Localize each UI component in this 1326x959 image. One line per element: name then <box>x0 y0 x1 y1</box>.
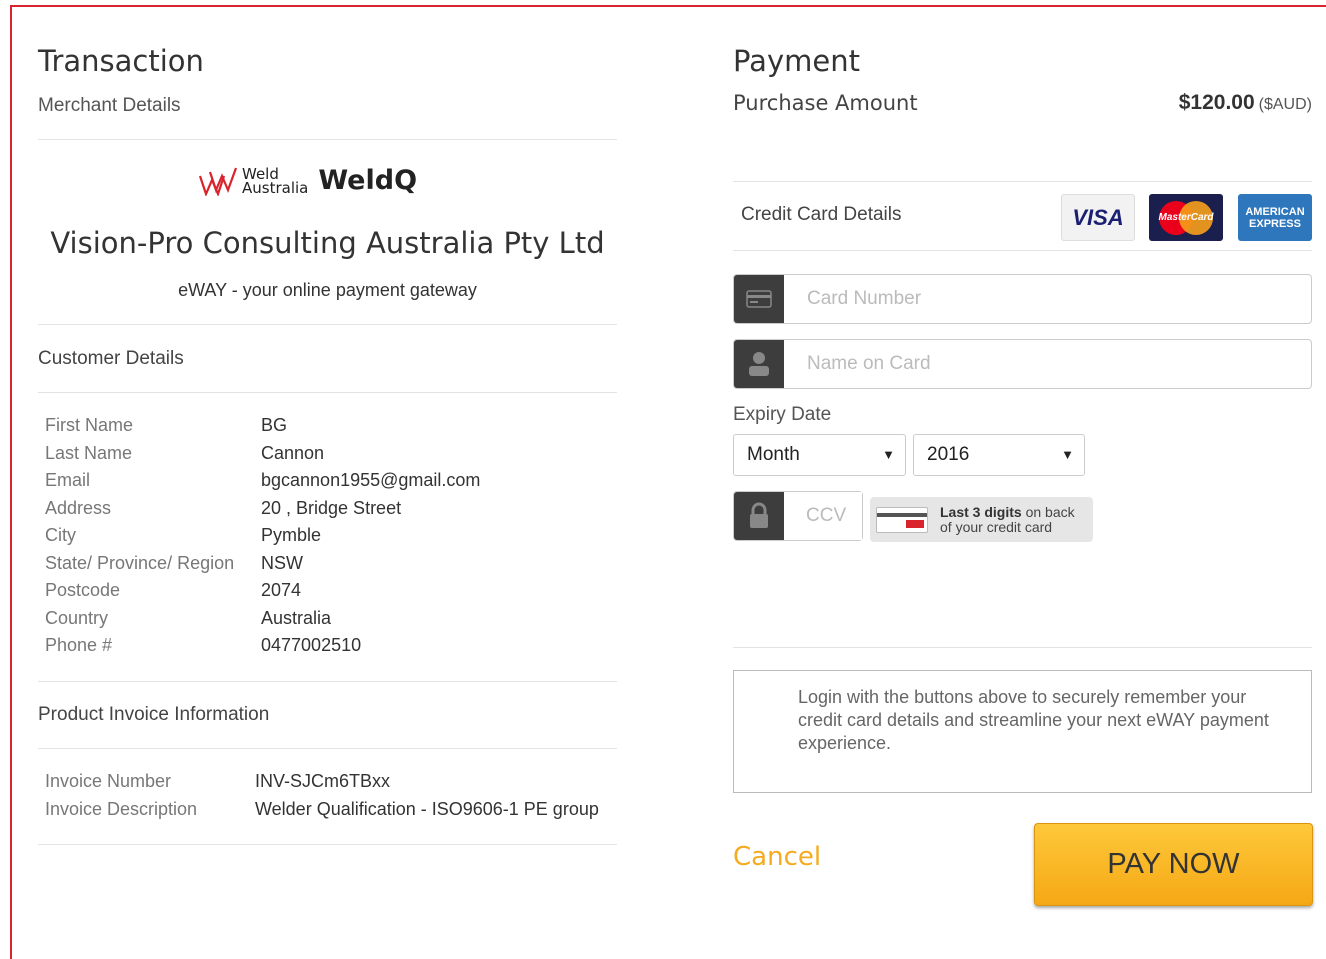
card-back-icon <box>876 506 928 533</box>
visa-logo: VISA <box>1061 194 1135 241</box>
ccv-input[interactable] <box>784 492 862 540</box>
customer-label: Postcode <box>45 580 121 600</box>
customer-label: Country <box>45 608 109 628</box>
weldq-logo: Weld Australia WeldQ <box>198 165 417 196</box>
customer-label: Address <box>45 498 112 518</box>
expiry-year-value: 2016 <box>927 444 970 465</box>
mastercard-text: MasterCard <box>1158 212 1214 223</box>
amex-logo: AMERICAN EXPRESS <box>1238 194 1312 241</box>
expiry-year-select[interactable]: 2016 ▼ <box>913 434 1085 476</box>
ccv-hint: Last 3 digits on back of your credit car… <box>870 497 1093 542</box>
invoice-label: Invoice Description <box>45 799 198 819</box>
login-note-text: Login with the buttons above to securely… <box>798 687 1269 753</box>
customer-value: 2074 <box>261 580 302 600</box>
customer-label: First Name <box>45 415 134 435</box>
customer-value: Australia <box>261 608 332 628</box>
amex-line2: EXPRESS <box>1249 217 1301 230</box>
name-on-card-input[interactable] <box>784 340 1311 388</box>
divider <box>733 647 1312 648</box>
ccv-hint-text: Last 3 digits on back of your credit car… <box>940 503 1075 535</box>
customer-label: Phone # <box>45 635 113 655</box>
divider <box>38 844 617 845</box>
invoice-value: INV-SJCm6TBxx <box>255 771 391 791</box>
expiry-month-select[interactable]: Month ▼ <box>733 434 906 476</box>
customer-value: BG <box>261 415 288 435</box>
ccv-hint-rest: on back <box>1021 503 1075 520</box>
invoice-label: Invoice Number <box>45 771 172 791</box>
customer-label: Last Name <box>45 443 133 463</box>
dropdown-arrow-icon: ▼ <box>1061 447 1074 462</box>
merchant-details-label: Merchant Details <box>38 95 181 116</box>
credit-card-details-label: Credit Card Details <box>741 204 902 225</box>
card-number-field[interactable] <box>733 274 1312 324</box>
customer-value: Cannon <box>261 443 325 463</box>
card-number-input[interactable] <box>784 275 1311 323</box>
gateway-text: eWAY - your online payment gateway <box>178 280 477 300</box>
brand-weldq: WeldQ <box>318 165 418 196</box>
cancel-link[interactable]: Cancel <box>733 842 821 872</box>
customer-value: NSW <box>261 553 303 573</box>
customer-value: 0477002510 <box>261 635 362 655</box>
customer-label: City <box>45 525 76 545</box>
amex-line1: AMERICAN <box>1245 205 1305 218</box>
divider <box>733 181 1312 182</box>
weld-australia-logo-icon <box>198 167 238 196</box>
invoice-value: Welder Qualification - ISO9606-1 PE grou… <box>255 799 599 819</box>
merchant-name: Vision-Pro Consulting Australia Pty Ltd <box>50 226 605 260</box>
ccv-hint-rest2: of your credit card <box>940 518 1053 535</box>
amount-value: $120.00 <box>1178 91 1255 114</box>
divider <box>38 681 617 682</box>
customer-value: Pymble <box>261 525 322 545</box>
product-invoice-label: Product Invoice Information <box>38 704 270 725</box>
expiry-date-label: Expiry Date <box>733 404 832 425</box>
transaction-title: Transaction <box>38 44 204 78</box>
divider <box>733 250 1312 251</box>
customer-value: bgcannon1955@gmail.com <box>261 470 481 490</box>
purchase-amount: $120.00 ($AUD) <box>1179 91 1312 115</box>
login-note-box: Login with the buttons above to securely… <box>733 670 1312 793</box>
mastercard-logo: MasterCard <box>1149 194 1223 241</box>
divider <box>38 748 617 749</box>
credit-card-icon <box>734 275 784 323</box>
divider <box>38 392 617 393</box>
weld-australia-text: Weld Australia <box>242 166 309 197</box>
customer-value: 20 , Bridge Street <box>261 498 402 518</box>
pay-now-button[interactable]: PAY NOW <box>1034 823 1313 906</box>
customer-label: State/ Province/ Region <box>45 553 235 573</box>
dropdown-arrow-icon: ▼ <box>882 447 895 462</box>
amount-currency: ($AUD) <box>1258 96 1312 113</box>
brand-australia: Australia <box>242 178 309 197</box>
divider <box>38 324 617 325</box>
expiry-month-value: Month <box>747 444 800 465</box>
customer-details-label: Customer Details <box>38 348 184 369</box>
lock-icon <box>734 492 784 540</box>
page-frame <box>10 5 1326 959</box>
user-icon <box>734 340 784 388</box>
name-on-card-field[interactable] <box>733 339 1312 389</box>
ccv-hint-bold: Last 3 digits <box>940 503 1022 520</box>
divider <box>38 139 617 140</box>
customer-label: Email <box>45 470 91 490</box>
purchase-amount-label: Purchase Amount <box>733 91 918 115</box>
ccv-field[interactable] <box>733 491 863 541</box>
payment-title: Payment <box>733 44 860 78</box>
